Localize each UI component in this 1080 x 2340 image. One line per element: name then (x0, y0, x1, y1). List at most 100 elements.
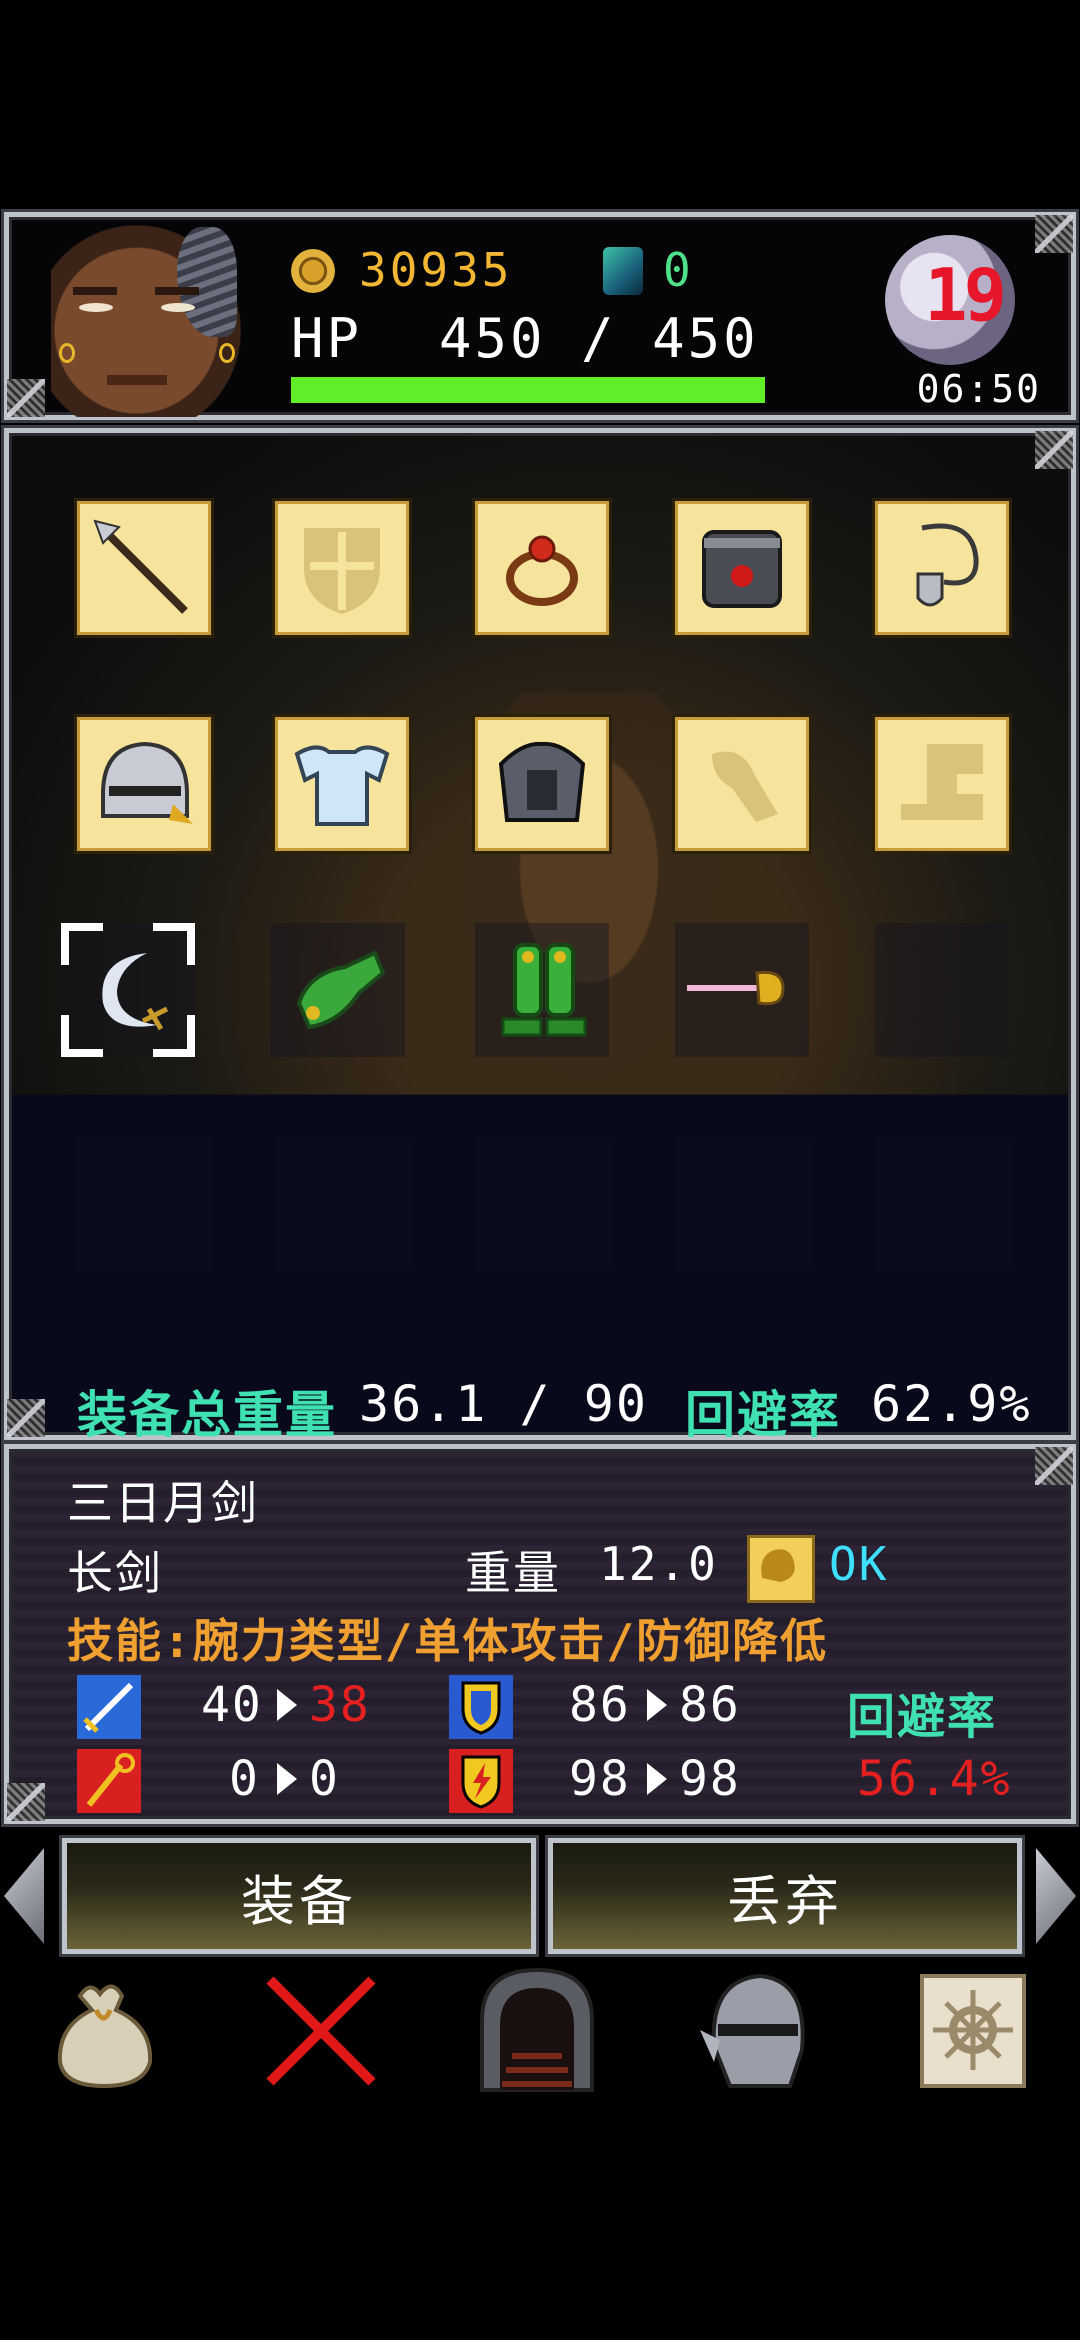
item-weight-label: 重量 (465, 1546, 561, 1600)
hp-label: HP (291, 307, 363, 370)
inventory-slot[interactable] (675, 923, 809, 1057)
spear-icon (93, 519, 188, 614)
ring-icon (506, 535, 578, 606)
earring-icon (59, 343, 75, 363)
magic-defense-current: 98 (569, 1751, 631, 1807)
gold-coin-icon (291, 249, 335, 293)
map-button[interactable] (908, 1966, 1038, 2096)
total-weight-value: 36.1 / 90 (359, 1375, 648, 1433)
frame-corner (1035, 1447, 1073, 1485)
frame-corner (1035, 215, 1073, 253)
item-detail-panel: 三日月剑 长剑 重量 12.0 OK 技能:腕力类型/单体攻击/防御降低 40 … (4, 1444, 1076, 1824)
item-skill: 技能:腕力类型/单体攻击/防御降低 (67, 1614, 829, 1668)
boots-icon (901, 744, 983, 820)
slot-arms[interactable] (672, 714, 812, 854)
gold-amount: 30935 (359, 243, 513, 297)
green-boots-icon (501, 943, 587, 1037)
portrait-hair (177, 227, 237, 337)
rapier-icon (687, 970, 785, 1006)
slot-body-armor[interactable] (272, 714, 412, 854)
gem-icon (603, 247, 643, 295)
arrow-right-icon (277, 1689, 297, 1721)
frame-corner (7, 379, 45, 417)
game-clock: 06:50 (916, 367, 1041, 411)
inventory-slot[interactable] (875, 1137, 1009, 1271)
item-evasion-label: 回避率 (847, 1689, 998, 1745)
magic-icon (77, 1749, 141, 1813)
item-weight-value: 12.0 (599, 1537, 718, 1591)
arrow-right-icon (647, 1763, 667, 1795)
slot-weapon[interactable] (74, 498, 214, 638)
defense-new: 86 (679, 1677, 741, 1733)
slot-ring[interactable] (472, 498, 612, 638)
crescent-sword-icon (102, 953, 169, 1031)
frame-corner (1035, 431, 1073, 469)
arm-guard-icon (712, 751, 778, 822)
slot-armor-2[interactable] (472, 714, 612, 854)
inventory-slot[interactable] (475, 923, 609, 1057)
portrait-brow (155, 287, 199, 295)
helmet-icon (101, 741, 193, 824)
gem-amount: 0 (663, 243, 694, 297)
slot-legs[interactable] (872, 714, 1012, 854)
item-evasion-value: 56.4% (857, 1751, 1012, 1807)
slot-accessory-1[interactable] (672, 498, 812, 638)
knight-helmet-icon (700, 1973, 805, 2088)
magic-new: 0 (309, 1751, 340, 1807)
inventory-slot[interactable] (675, 1137, 809, 1271)
left-arrow-decoration (4, 1848, 44, 1944)
portrait-mouth (107, 375, 167, 385)
arrow-right-icon (647, 1689, 667, 1721)
defense-icon (449, 1675, 513, 1739)
portrait-brow (73, 287, 117, 295)
attack-current: 40 (201, 1677, 263, 1733)
magic-current: 0 (229, 1751, 260, 1807)
item-name: 三日月剑 (67, 1476, 259, 1530)
portrait-eye (161, 303, 195, 312)
right-arrow-decoration (1036, 1848, 1076, 1944)
equip-button[interactable]: 装备 (62, 1838, 536, 1954)
hp-bar-fill (291, 377, 765, 403)
frame-corner (7, 1783, 45, 1821)
status-hud: 30935 0 HP 450 / 450 19 06:50 (4, 212, 1076, 420)
strength-icon (747, 1535, 815, 1603)
slot-helmet[interactable] (74, 714, 214, 854)
hp-value: 450 / 450 (439, 307, 759, 370)
arrow-right-icon (277, 1763, 297, 1795)
equipment-button[interactable] (690, 1966, 820, 2096)
bag-button[interactable] (40, 1966, 170, 2096)
inventory-slot[interactable] (61, 923, 195, 1057)
magic-defense-icon (449, 1749, 513, 1813)
inventory-slot[interactable] (271, 923, 405, 1057)
discard-button[interactable]: 丢弃 (548, 1838, 1022, 1954)
portrait-eye (79, 303, 113, 312)
inventory-slot[interactable] (475, 1137, 609, 1271)
chest-armor-icon (294, 745, 390, 826)
inventory-slot[interactable] (275, 1137, 409, 1271)
inventory-slot[interactable] (875, 923, 1009, 1057)
defense-current: 86 (569, 1677, 631, 1733)
shield-icon (304, 528, 380, 614)
total-weight-label: 装备总重量 (77, 1386, 337, 1444)
exit-door-button[interactable] (472, 1966, 602, 2096)
map-icon (920, 1974, 1026, 2088)
amulet-icon (916, 523, 979, 607)
magic-defense-new: 98 (679, 1751, 741, 1807)
hp-bar-track (291, 377, 765, 403)
inventory-slot[interactable] (77, 1137, 211, 1271)
earring-icon (219, 343, 235, 363)
evasion-label: 回避率 (685, 1386, 841, 1444)
slot-shield[interactable] (272, 498, 412, 638)
frame-corner (7, 1399, 45, 1437)
door-icon (480, 1967, 594, 2092)
gauntlet-box-icon (702, 530, 782, 608)
close-button[interactable] (256, 1966, 386, 2096)
character-portrait[interactable] (51, 225, 241, 417)
attack-icon (77, 1675, 141, 1739)
iron-armor-icon (498, 741, 586, 822)
day-counter: 19 (924, 253, 1007, 337)
item-type: 长剑 (67, 1546, 163, 1600)
attack-new: 38 (309, 1677, 371, 1733)
close-icon (266, 1976, 376, 2086)
slot-accessory-2[interactable] (872, 498, 1012, 638)
